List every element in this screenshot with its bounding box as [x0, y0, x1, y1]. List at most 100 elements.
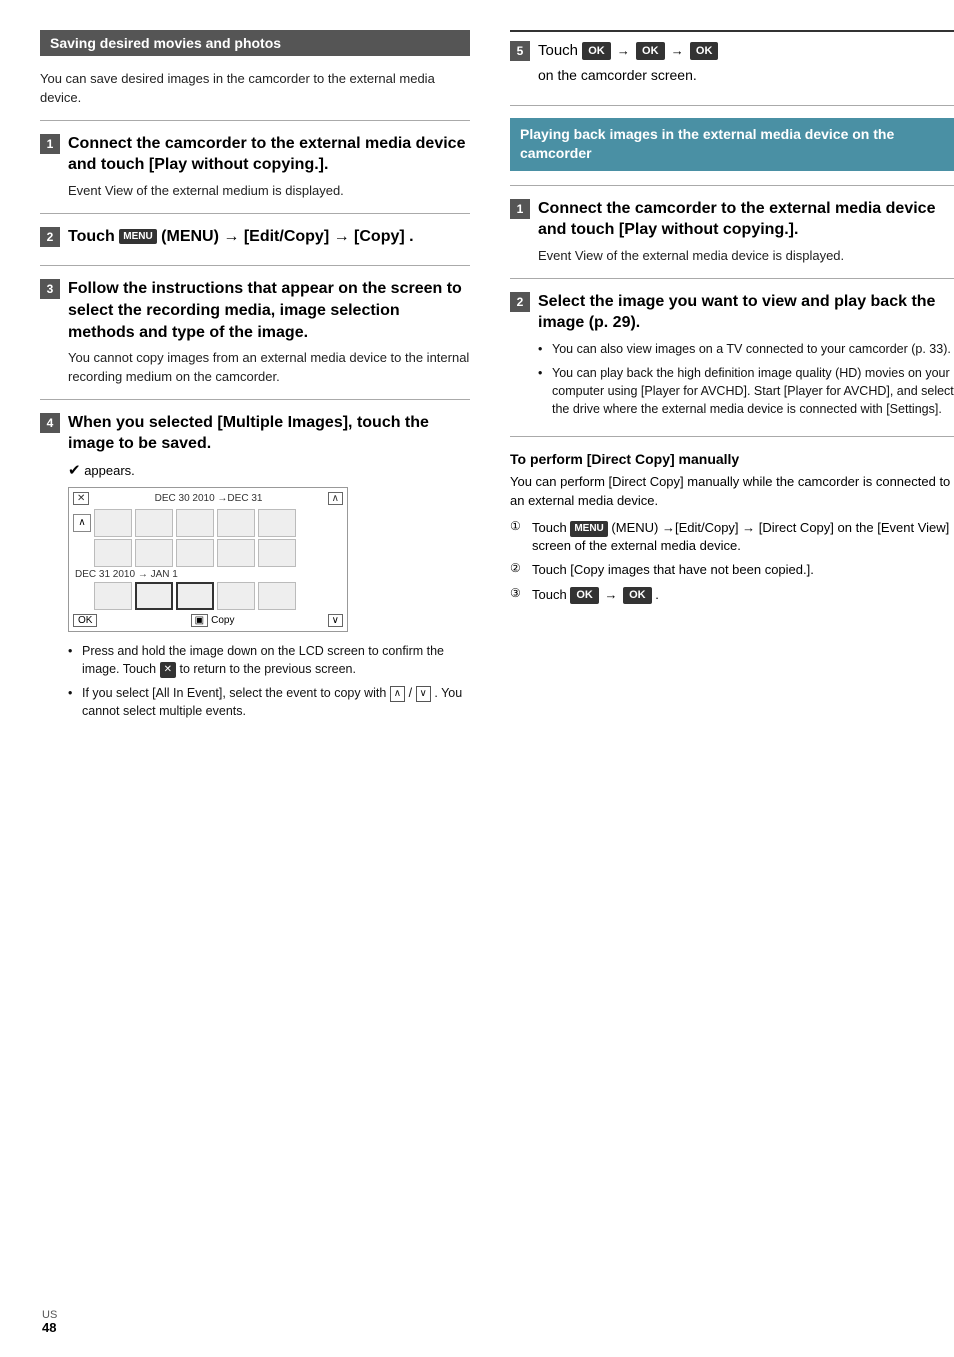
- step-2: 2 Touch MENU (MENU) → [Edit/Copy] → [Cop…: [40, 226, 470, 254]
- step-5-touch: Touch: [538, 42, 578, 59]
- step-4: 4 When you selected [Multiple Images], t…: [40, 412, 470, 727]
- right-step-1: 1 Connect the camcorder to the external …: [510, 198, 954, 266]
- step-3-num: 3: [40, 279, 60, 299]
- step-4-num: 4: [40, 413, 60, 433]
- down-nav-badge: ∨: [416, 686, 431, 703]
- right-column: 5 Touch OK → OK → OK on the camcorder sc…: [490, 30, 954, 1317]
- right-divider-1: [510, 105, 954, 106]
- right-bullet-2: You can play back the high definition im…: [538, 364, 954, 418]
- step-2-num: 2: [40, 227, 60, 247]
- step-5-line: Touch OK → OK → OK: [538, 40, 954, 63]
- substep-2: ② Touch [Copy images that have not been …: [510, 561, 954, 579]
- ok-btn-1: OK: [582, 42, 611, 61]
- menu-badge-1: MENU: [119, 229, 156, 245]
- up-nav-badge: ∧: [390, 686, 405, 703]
- grid-up-btn[interactable]: ∧: [328, 492, 343, 505]
- ok-btn-2: OK: [636, 42, 665, 61]
- left-section-title: Saving desired movies and photos: [40, 30, 470, 56]
- substep-1-content: Touch MENU (MENU) →[Edit/Copy] → [Direct…: [532, 519, 954, 555]
- grid-close-btn[interactable]: ✕: [73, 492, 89, 505]
- substep-3-content: Touch OK → OK .: [532, 586, 954, 605]
- grid-date-bottom: DEC 31 2010 → JAN 1: [73, 569, 343, 580]
- thumb-6: [94, 539, 132, 567]
- ok-btn-3: OK: [690, 42, 719, 61]
- grid-row-2: [73, 539, 343, 567]
- grid-down-btn[interactable]: ∨: [328, 614, 343, 627]
- thumb-5: [258, 509, 296, 537]
- right-step-2-bullets: You can also view images on a TV connect…: [538, 340, 954, 419]
- thumb-8: [176, 539, 214, 567]
- step-3: 3 Follow the instructions that appear on…: [40, 278, 470, 386]
- arrow-2: →: [671, 43, 684, 58]
- page-number: 48: [42, 1320, 56, 1335]
- grid-rows: ∧: [73, 509, 343, 567]
- right-step-2-num: 2: [510, 292, 530, 312]
- right-step-1-note: Event View of the external media device …: [538, 247, 954, 266]
- step-2-touch-word: Touch: [68, 228, 115, 245]
- grid-ok-btn[interactable]: OK: [73, 614, 97, 627]
- step-2-content: Touch MENU (MENU) → [Edit/Copy] → [Copy]…: [68, 226, 470, 254]
- thumb-10: [258, 539, 296, 567]
- thumb-15: [258, 582, 296, 610]
- thumb-4: [217, 509, 255, 537]
- step-5-note: on the camcorder screen.: [538, 67, 954, 83]
- step-1-note: Event View of the external medium is dis…: [68, 182, 470, 201]
- thumb-11: [94, 582, 132, 610]
- thumb-1: [94, 509, 132, 537]
- arrow-1: →: [617, 43, 630, 58]
- right-step-2-content: Select the image you want to view and pl…: [538, 291, 954, 425]
- bullet-2: If you select [All In Event], select the…: [68, 684, 470, 720]
- substep-3-num: ③: [510, 586, 526, 600]
- direct-copy-title: To perform [Direct Copy] manually: [510, 451, 954, 467]
- substep-3-ok2: OK: [623, 587, 652, 604]
- step-5-content: Touch OK → OK → OK on the camcorder scre…: [538, 40, 954, 93]
- step-3-content: Follow the instructions that appear on t…: [68, 278, 470, 386]
- copy-icon: ▣: [191, 614, 208, 627]
- direct-copy-section: To perform [Direct Copy] manually You ca…: [510, 451, 954, 604]
- divider-4: [40, 399, 470, 400]
- left-intro: You can save desired images in the camco…: [40, 70, 470, 108]
- right-divider-4: [510, 436, 954, 437]
- thumb-9: [217, 539, 255, 567]
- step-4-title: When you selected [Multiple Images], tou…: [68, 412, 470, 455]
- thumb-13: [176, 582, 214, 610]
- checkmark-icon: ✔: [68, 462, 81, 479]
- page: Saving desired movies and photos You can…: [0, 0, 954, 1357]
- substep-3: ③ Touch OK → OK .: [510, 586, 954, 605]
- right-section-title: Playing back images in the external medi…: [510, 118, 954, 171]
- thumb-2: [135, 509, 173, 537]
- grid-row-3: [73, 582, 343, 610]
- step-2-title-suffix: (MENU) → [Edit/Copy] → [Copy] .: [161, 228, 413, 245]
- step-1-content: Connect the camcorder to the external me…: [68, 133, 470, 201]
- right-top-divider: [510, 30, 954, 32]
- substep-1-touch: Touch: [532, 520, 567, 535]
- bullet-1: Press and hold the image down on the LCD…: [68, 642, 470, 678]
- right-step-1-content: Connect the camcorder to the external me…: [538, 198, 954, 266]
- right-step-1-num: 1: [510, 199, 530, 219]
- substep-3-ok1: OK: [570, 587, 599, 604]
- substep-3-arrow: →: [604, 587, 617, 602]
- grid-row-nav-up: ∧: [73, 509, 343, 537]
- divider-3: [40, 265, 470, 266]
- step-4-content: When you selected [Multiple Images], tou…: [68, 412, 470, 727]
- menu-badge-2: MENU: [570, 521, 607, 537]
- right-step-1-title: Connect the camcorder to the external me…: [538, 198, 954, 241]
- step-3-title: Follow the instructions that appear on t…: [68, 278, 470, 343]
- thumb-7: [135, 539, 173, 567]
- substep-1-num: ①: [510, 519, 526, 533]
- direct-copy-intro: You can perform [Direct Copy] manually w…: [510, 473, 954, 511]
- grid-rows-2: [73, 582, 343, 610]
- divider-1: [40, 120, 470, 121]
- thumb-3: [176, 509, 214, 537]
- nav-up-btn[interactable]: ∧: [73, 514, 91, 532]
- step-1-title: Connect the camcorder to the external me…: [68, 133, 470, 176]
- step-5: 5 Touch OK → OK → OK on the camcorder sc…: [510, 40, 954, 93]
- left-column: Saving desired movies and photos You can…: [40, 30, 490, 1317]
- grid-date-top: DEC 30 2010 →DEC 31: [155, 493, 263, 504]
- step-4-bullets: Press and hold the image down on the LCD…: [68, 642, 470, 721]
- right-step-2: 2 Select the image you want to view and …: [510, 291, 954, 425]
- thumb-12: [135, 582, 173, 610]
- step-2-title: Touch MENU (MENU) → [Edit/Copy] → [Copy]…: [68, 226, 470, 248]
- substep-3-touch: Touch: [532, 587, 567, 602]
- right-divider-3: [510, 278, 954, 279]
